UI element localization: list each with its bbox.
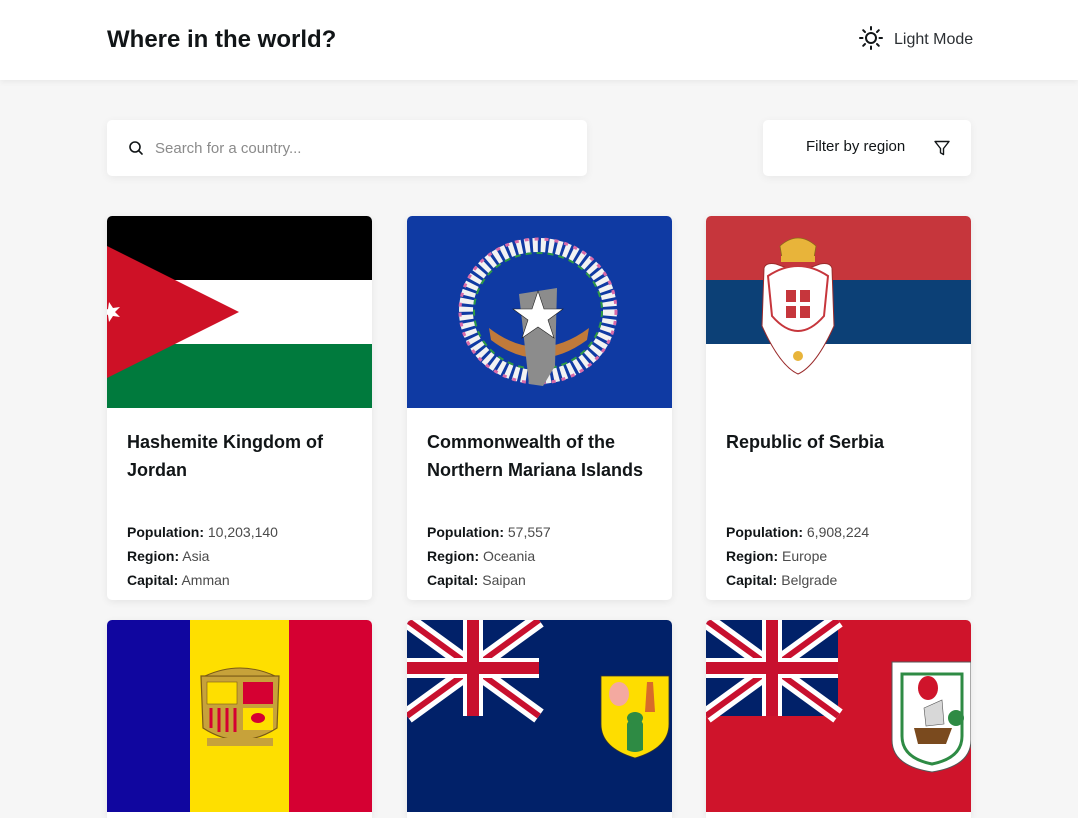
country-card[interactable]: Republic of Serbia Population: 6,908,224… <box>706 216 971 600</box>
country-card[interactable] <box>706 620 971 818</box>
country-details: Population: 10,203,140 Region: Asia Capi… <box>127 520 357 592</box>
theme-toggle-label: Light Mode <box>894 31 974 48</box>
app-title: Where in the world? <box>107 26 337 53</box>
northern-mariana-islands-flag <box>407 216 672 408</box>
country-details: Population: 57,557 Region: Oceania Capit… <box>427 520 657 592</box>
search-input[interactable] <box>155 120 575 176</box>
turks-and-caicos-flag <box>407 620 672 812</box>
country-card[interactable] <box>407 620 672 818</box>
population-row: Population: 6,908,224 <box>726 524 870 540</box>
country-name: Commonwealth of the Northern Mariana Isl… <box>427 432 644 480</box>
region-row: Region: Europe <box>726 548 828 564</box>
country-details: Population: 6,908,224 Region: Europe Cap… <box>726 520 956 592</box>
population-row: Population: 57,557 <box>427 524 551 540</box>
country-card[interactable]: Hashemite Kingdom of Jordan Population: … <box>107 216 372 600</box>
search-icon <box>128 140 144 161</box>
top-bar: Where in the world? Light Mode <box>0 0 1078 80</box>
region-row: Region: Asia <box>127 548 210 564</box>
country-card[interactable]: Commonwealth of the Northern Mariana Isl… <box>407 216 672 600</box>
capital-row: Capital: Saipan <box>427 572 526 588</box>
serbia-flag <box>706 216 971 408</box>
bermuda-flag <box>706 620 971 812</box>
capital-row: Capital: Amman <box>127 572 230 588</box>
region-row: Region: Oceania <box>427 548 536 564</box>
andorra-flag <box>107 620 372 812</box>
filter-icon <box>933 139 951 162</box>
country-name: Republic of Serbia <box>726 432 885 452</box>
sun-icon <box>858 25 884 56</box>
search-bar <box>107 120 587 176</box>
theme-toggle-button[interactable]: Light Mode <box>858 25 974 56</box>
population-row: Population: 10,203,140 <box>127 524 278 540</box>
jordan-flag <box>107 216 372 408</box>
region-filter-dropdown[interactable]: Filter by region <box>763 120 971 176</box>
country-name: Hashemite Kingdom of Jordan <box>127 432 324 480</box>
capital-row: Capital: Belgrade <box>726 572 838 588</box>
region-filter-label: Filter by region <box>806 138 906 155</box>
country-card[interactable] <box>107 620 372 818</box>
